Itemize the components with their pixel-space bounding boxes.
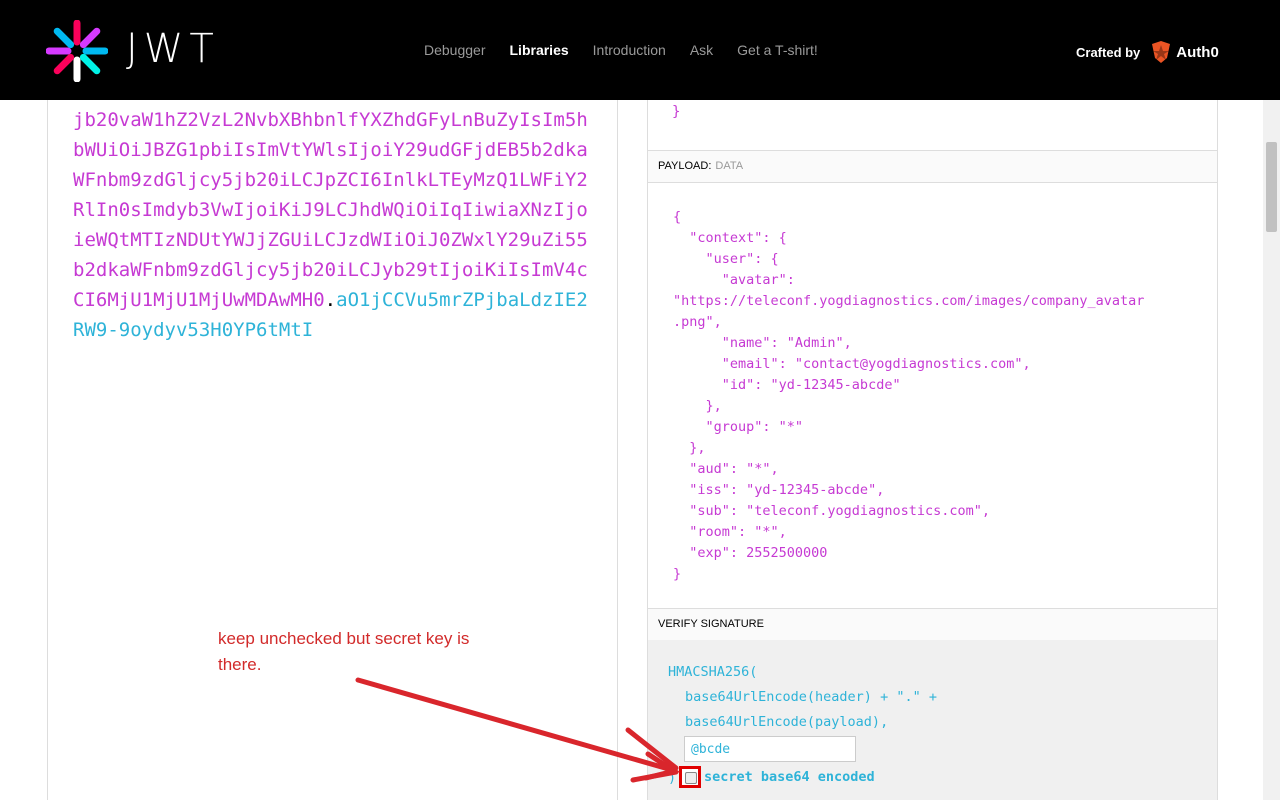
- nav-ask[interactable]: Ask: [690, 42, 713, 58]
- nav-introduction[interactable]: Introduction: [593, 42, 666, 58]
- payload-json-editor[interactable]: { "context": { "user": { "avatar": "http…: [673, 207, 1144, 585]
- payload-section-header: PAYLOAD: DATA: [648, 150, 1217, 183]
- verify-signature-body: HMACSHA256( base64UrlEncode(header) + ".…: [648, 640, 1217, 800]
- payload-subtitle: DATA: [715, 160, 744, 172]
- encoded-panel: jb20vaW1hZ2VzL2NvbXBhbnlfYXZhdGFyLnBuZyI…: [47, 100, 618, 800]
- base64-checkbox-highlight: [679, 766, 701, 788]
- token-payload-part: jb20vaW1hZ2VzL2NvbXBhbnlfYXZhdGFyLnBuZyI…: [73, 109, 588, 311]
- nav-libraries[interactable]: Libraries: [510, 42, 569, 58]
- header-encode-line: base64UrlEncode(header) + "." +: [685, 689, 937, 705]
- main-nav: Debugger Libraries Introduction Ask Get …: [412, 0, 830, 100]
- header-json-tail: }: [672, 104, 681, 120]
- auth0-shield-icon: [1152, 41, 1171, 63]
- hmac-line: HMACSHA256(: [668, 664, 758, 680]
- nav-debugger[interactable]: Debugger: [424, 42, 486, 58]
- payload-title: PAYLOAD:: [658, 160, 712, 172]
- secret-key-input[interactable]: [684, 736, 856, 762]
- verify-section-header: VERIFY SIGNATURE: [648, 608, 1217, 641]
- payload-encode-line: base64UrlEncode(payload),: [685, 714, 889, 730]
- closing-paren: ): [668, 770, 677, 786]
- encoded-token[interactable]: jb20vaW1hZ2VzL2NvbXBhbnlfYXZhdGFyLnBuZyI…: [73, 105, 593, 345]
- jwt-logo-icon[interactable]: [46, 20, 108, 82]
- token-dot: .: [324, 289, 337, 311]
- logo-text[interactable]: JWT: [126, 26, 220, 72]
- auth0-brand: Auth0: [1176, 43, 1219, 61]
- annotation-note: keep unchecked but secret key is there.: [218, 629, 470, 674]
- top-navbar: JWT Debugger Libraries Introduction Ask …: [0, 0, 1280, 100]
- nav-tshirt[interactable]: Get a T-shirt!: [737, 42, 818, 58]
- crafted-by-auth0[interactable]: Crafted by Auth0: [1076, 40, 1219, 64]
- crafted-by-label: Crafted by: [1076, 44, 1141, 60]
- verify-title: VERIFY SIGNATURE: [658, 618, 764, 630]
- base64-checkbox-label[interactable]: secret base64 encoded: [704, 769, 875, 785]
- base64-checkbox[interactable]: [685, 772, 697, 784]
- scrollbar-thumb[interactable]: [1266, 142, 1277, 232]
- decoded-panel: } PAYLOAD: DATA { "context": { "user": { …: [647, 100, 1218, 800]
- page-scrollbar[interactable]: [1263, 100, 1280, 800]
